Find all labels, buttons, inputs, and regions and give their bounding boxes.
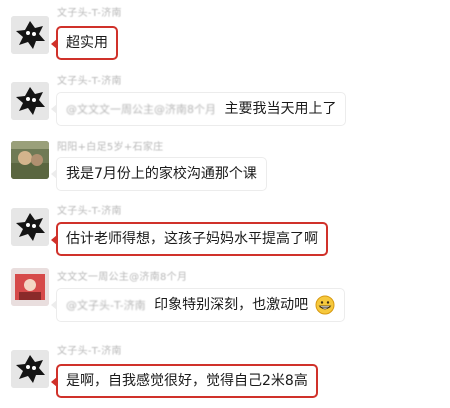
message-bubble[interactable]: 估计老师得想，这孩子妈妈水平提高了啊 xyxy=(51,222,328,256)
message-text: 超实用 xyxy=(66,35,108,51)
sender-name: 阳阳+白足5岁+石家庄 xyxy=(57,142,164,153)
mention-text: @文子头-T-济南 xyxy=(66,299,146,312)
avatar[interactable] xyxy=(11,82,49,120)
avatar[interactable] xyxy=(11,16,49,54)
sender-name: 文子头-T-济南 xyxy=(57,8,122,19)
message-text: 主要我当天用上了 xyxy=(224,101,337,117)
message-text: 我是7月份上的家校沟通那个课 xyxy=(66,166,257,182)
avatar[interactable] xyxy=(11,268,49,306)
message-bubble[interactable]: 我是7月份上的家校沟通那个课 xyxy=(51,157,267,191)
message-bubble[interactable]: 是啊，自我感觉很好，觉得自己2米8高 xyxy=(51,364,318,398)
avatar[interactable] xyxy=(11,350,49,388)
message-bubble[interactable]: 超实用 xyxy=(51,26,118,60)
avatar[interactable] xyxy=(11,208,49,246)
sender-name: 文子头-T-济南 xyxy=(57,206,122,217)
message-text: 估计老师得想，这孩子妈妈水平提高了啊 xyxy=(66,231,318,247)
sender-name: 文文文一周公主@济南8个月 xyxy=(57,272,188,283)
message-text: 印象特别深刻，也激动吧 xyxy=(154,297,309,313)
grinning-face-emoji xyxy=(315,295,335,315)
avatar[interactable] xyxy=(11,141,49,179)
message-bubble[interactable]: @文子头-T-济南 印象特别深刻，也激动吧 xyxy=(51,288,345,322)
mention-text: @文文文一周公主@济南8个月 xyxy=(66,103,216,116)
message-bubble[interactable]: @文文文一周公主@济南8个月 主要我当天用上了 xyxy=(50,92,347,126)
sender-name: 文子头-T-济南 xyxy=(57,76,122,87)
sender-name: 文子头-T-济南 xyxy=(57,346,122,357)
message-text: 是啊，自我感觉很好，觉得自己2米8高 xyxy=(66,373,308,389)
